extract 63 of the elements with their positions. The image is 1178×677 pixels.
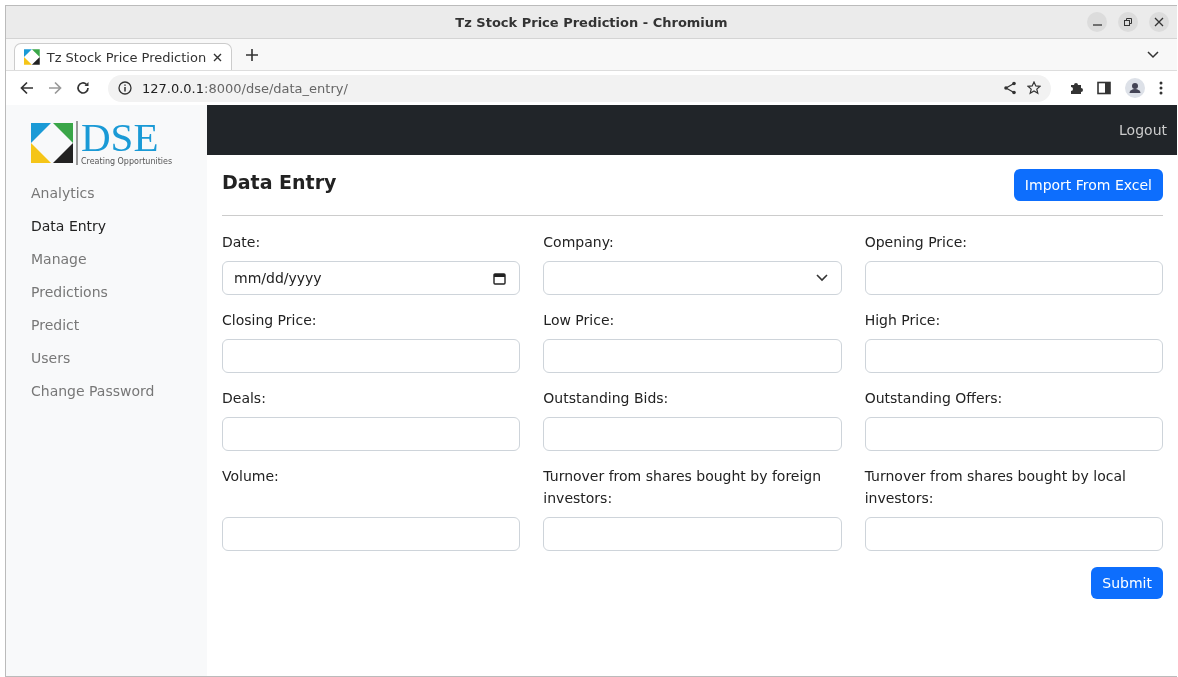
logo-text: DSE — [81, 119, 159, 155]
info-icon — [118, 81, 132, 95]
sidebar-link[interactable]: Change Password — [31, 374, 207, 407]
window-title: Tz Stock Price Prediction - Chromium — [455, 14, 728, 30]
field-label: Company: — [543, 233, 615, 252]
browser-tab[interactable]: Tz Stock Price Prediction — [14, 43, 232, 70]
logout-link[interactable]: Logout — [1119, 122, 1167, 138]
close-tab-icon[interactable] — [213, 52, 222, 62]
sidebar-link[interactable]: Data Entry — [31, 209, 207, 242]
url-text: 127.0.0.1:8000/dse/data_entry/ — [142, 80, 348, 96]
submit-button[interactable]: Submit — [1091, 567, 1163, 599]
sidebar-link[interactable]: Analytics — [31, 176, 207, 209]
calendar-icon[interactable] — [493, 271, 507, 285]
input-field[interactable] — [864, 261, 1163, 295]
logo-icon — [31, 122, 73, 163]
address-bar[interactable]: 127.0.0.1:8000/dse/data_entry/ — [108, 74, 1051, 102]
input-field[interactable] — [543, 417, 842, 451]
field-label: Outstanding Bids: — [543, 389, 670, 408]
date-field[interactable]: mm/dd/yyyy — [222, 261, 521, 295]
field-label: Turnover from shares bought by foreign investors: — [543, 467, 823, 508]
more-icon[interactable] — [1159, 81, 1163, 95]
sidebar-link[interactable]: Users — [31, 341, 207, 374]
sidebar-link[interactable]: Predictions — [31, 275, 207, 308]
side-panel-icon[interactable] — [1097, 81, 1111, 95]
field-label: Opening Price: — [864, 233, 969, 252]
restore-icon — [1123, 17, 1133, 27]
field-label: High Price: — [864, 311, 942, 330]
input-field[interactable] — [543, 339, 842, 373]
input-field[interactable] — [543, 517, 842, 551]
input-field[interactable] — [222, 517, 521, 551]
restore-button[interactable] — [1118, 12, 1138, 32]
share-icon[interactable] — [1003, 81, 1017, 95]
input-field[interactable] — [864, 417, 1163, 451]
page-title: Data Entry — [222, 171, 337, 193]
logo-tagline: Creating Opportunities — [81, 157, 173, 166]
close-button[interactable] — [1149, 12, 1169, 32]
minimize-icon — [1092, 24, 1102, 26]
reload-icon[interactable] — [76, 81, 90, 95]
field-label: Deals: — [222, 389, 267, 408]
input-field[interactable] — [222, 339, 521, 373]
import-button[interactable]: Import From Excel — [1013, 169, 1163, 201]
input-field[interactable] — [864, 517, 1163, 551]
puzzle-icon[interactable] — [1069, 81, 1083, 95]
favicon-icon — [24, 49, 40, 65]
sidebar-link[interactable]: Predict — [31, 308, 207, 341]
input-field[interactable] — [222, 417, 521, 451]
chevron-down-icon — [815, 274, 828, 282]
sidebar-link[interactable]: Manage — [31, 242, 207, 275]
field-label: Low Price: — [543, 311, 616, 330]
input-field[interactable] — [864, 339, 1163, 373]
field-label: Turnover from shares bought by local investors: — [864, 467, 1127, 508]
forward-icon[interactable] — [48, 81, 62, 95]
field-label: Closing Price: — [222, 311, 318, 330]
new-tab-icon[interactable] — [246, 49, 258, 61]
field-label: Date: — [222, 233, 262, 252]
close-icon — [1154, 17, 1164, 27]
star-icon[interactable] — [1027, 81, 1041, 95]
field-label: Volume: — [222, 467, 280, 486]
back-icon[interactable] — [20, 81, 34, 95]
field-label: Outstanding Offers: — [864, 389, 1004, 408]
minimize-button[interactable] — [1087, 12, 1107, 32]
chevron-down-icon[interactable] — [1147, 51, 1159, 59]
profile-icon[interactable] — [1125, 78, 1145, 98]
